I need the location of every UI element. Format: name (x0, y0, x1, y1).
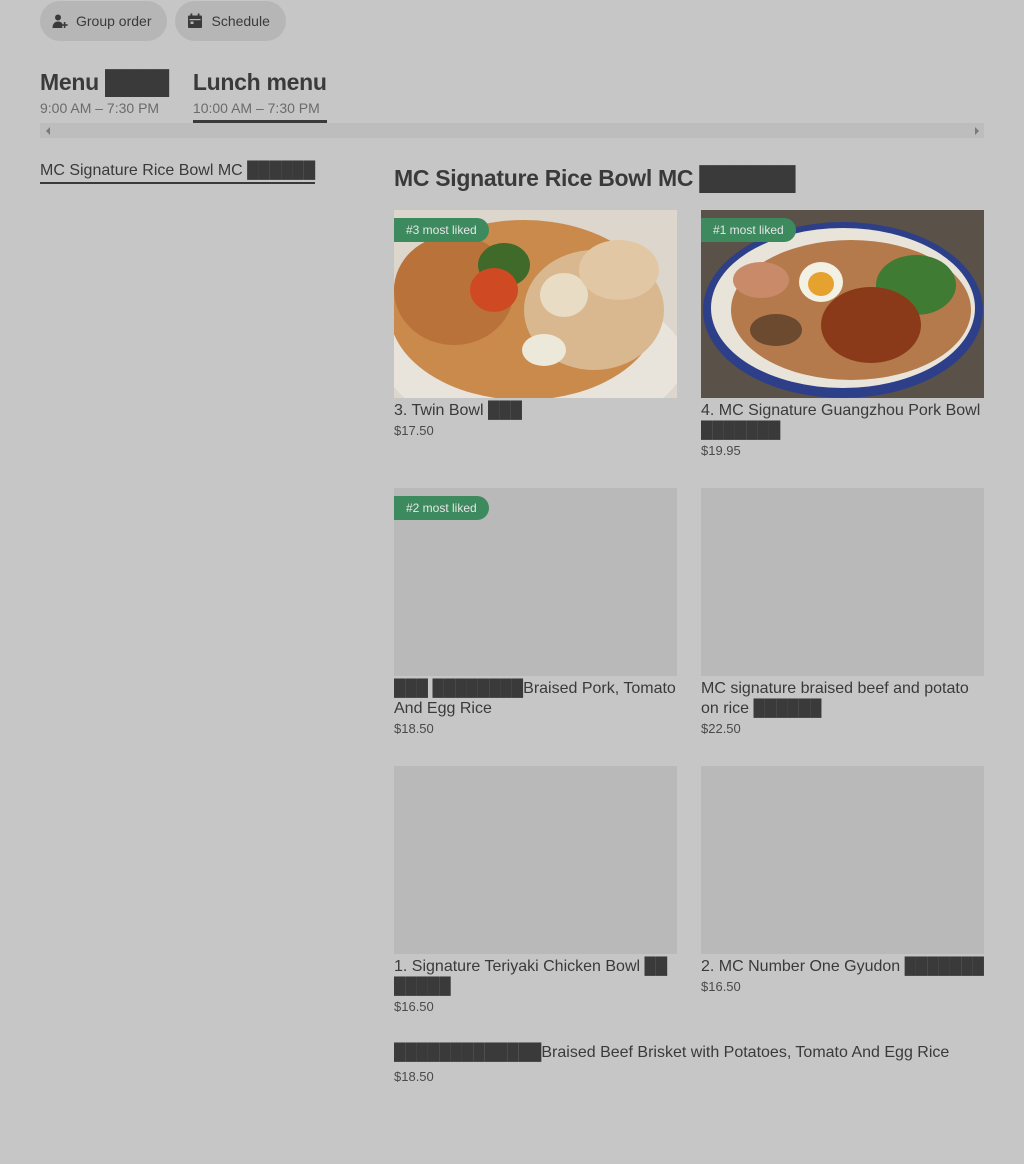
menu-tabs: Menu ████ 9:00 AM – 7:30 PM Lunch menu 1… (40, 66, 327, 125)
item-price: $19.95 (701, 443, 741, 458)
top-actions: Group order Schedule (40, 1, 286, 41)
menu-tab-hours: 9:00 AM – 7:30 PM (40, 100, 160, 116)
item-price: $17.50 (394, 423, 434, 438)
menu-tab-title: Menu ████ (40, 69, 169, 95)
menu-tab-main[interactable]: Menu ████ 9:00 AM – 7:30 PM (40, 66, 169, 124)
schedule-button[interactable]: Schedule (175, 1, 286, 41)
item-price: $16.50 (394, 999, 434, 1014)
scroll-right-arrow-icon[interactable] (969, 123, 984, 138)
group-order-label: Group order (76, 13, 152, 29)
horizontal-scrollbar[interactable] (40, 123, 984, 138)
food-image-placeholder (701, 488, 984, 676)
menu-item-card[interactable]: 1. Signature Teriyaki Chicken Bowl ██ ██… (394, 766, 677, 1017)
calendar-icon (187, 13, 203, 29)
item-name: 4. MC Signature Guangzhou Pork Bowl ████… (701, 402, 981, 439)
popularity-badge: #2 most liked (394, 496, 489, 520)
item-name: MC signature braised beef and potato on … (701, 680, 969, 717)
menu-item-card[interactable]: MC signature braised beef and potato on … (701, 488, 984, 739)
popularity-badge: #3 most liked (394, 218, 489, 242)
item-price: $18.50 (394, 721, 434, 736)
item-price: $16.50 (701, 979, 741, 994)
add-person-icon (52, 13, 68, 29)
food-image-placeholder (394, 766, 677, 954)
food-image: #3 most liked (394, 210, 677, 398)
menu-item-card[interactable]: #3 most liked 3. Twin Bowl ███ $17.50 (394, 210, 677, 441)
item-name: █████████████Braised Beef Brisket with P… (394, 1044, 950, 1061)
item-name: 2. MC Number One Gyudon ███████ (701, 958, 984, 975)
item-name: 1. Signature Teriyaki Chicken Bowl ██ ██… (394, 958, 668, 995)
schedule-label: Schedule (211, 13, 270, 29)
category-link-signature-rice-bowl[interactable]: MC Signature Rice Bowl MC ██████ (40, 161, 316, 184)
food-image-placeholder (701, 766, 984, 954)
menu-tab-lunch[interactable]: Lunch menu 10:00 AM – 7:30 PM (192, 66, 327, 125)
section-title: MC Signature Rice Bowl MC ██████ (394, 165, 796, 191)
item-name: 3. Twin Bowl ███ (394, 402, 522, 419)
group-order-button[interactable]: Group order (40, 1, 168, 41)
menu-item-card[interactable]: 2. MC Number One Gyudon ███████ $16.50 (701, 766, 984, 997)
food-image-placeholder: #2 most liked (394, 488, 677, 676)
menu-item-card[interactable]: #2 most liked ███ ████████Braised Pork, … (394, 488, 677, 739)
menu-tab-title: Lunch menu (192, 69, 327, 95)
item-price: $22.50 (701, 721, 741, 736)
scroll-left-arrow-icon[interactable] (40, 123, 55, 138)
menu-tab-hours: 10:00 AM – 7:30 PM (192, 100, 320, 116)
item-price: $18.50 (394, 1069, 434, 1084)
food-image: #1 most liked (701, 210, 984, 398)
menu-item-text-only[interactable]: █████████████Braised Beef Brisket with P… (394, 1043, 984, 1087)
popularity-badge: #1 most liked (701, 218, 796, 242)
item-name: ███ ████████Braised Pork, Tomato And Egg… (394, 680, 676, 717)
menu-item-card[interactable]: #1 most liked 4. MC Signature Guangzhou … (701, 210, 984, 461)
